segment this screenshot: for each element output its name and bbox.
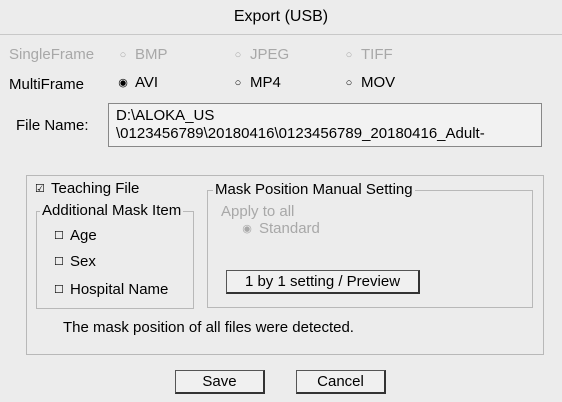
radio-multi-mp4[interactable]: ○ MP4 [232, 74, 281, 91]
additional-mask-title: Additional Mask Item [40, 202, 184, 219]
title-divider [0, 34, 562, 35]
checkbox-checked-icon: ☑ [35, 183, 45, 195]
checkbox-hospital-name-label: Hospital Name [70, 281, 169, 298]
radio-single-jpeg[interactable]: ○ JPEG [232, 46, 290, 63]
dialog-title: Export (USB) [233, 8, 329, 25]
radio-multi-avi-label: AVI [135, 74, 159, 91]
cancel-button[interactable]: Cancel [296, 370, 386, 394]
checkbox-hospital-name[interactable]: ☐ Hospital Name [54, 281, 168, 298]
status-message: The mask position of all files were dete… [63, 319, 354, 336]
radio-multi-mov-label: MOV [361, 74, 396, 91]
one-by-one-setting-button[interactable]: 1 by 1 setting / Preview [226, 270, 420, 294]
checkbox-sex-label: Sex [70, 253, 96, 270]
single-frame-label: SingleFrame [9, 46, 95, 63]
radio-multi-avi[interactable]: ◉ AVI [117, 74, 158, 91]
radio-single-tiff[interactable]: ○ TIFF [343, 46, 393, 63]
radio-multi-mov[interactable]: ○ MOV [343, 74, 396, 91]
checkbox-age[interactable]: ☐ Age [54, 227, 97, 244]
radio-unselected-icon: ○ [119, 49, 127, 61]
checkbox-icon: ☐ [54, 256, 64, 268]
checkbox-sex[interactable]: ☐ Sex [54, 253, 96, 270]
file-name-label: File Name: [16, 117, 89, 134]
checkbox-icon: ☐ [54, 230, 64, 242]
apply-to-all-label: Apply to all [221, 203, 295, 220]
radio-single-bmp-label: BMP [135, 46, 168, 63]
radio-selected-icon: ◉ [118, 77, 128, 89]
file-name-line-1: D:\ALOKA_US [116, 107, 215, 124]
radio-single-bmp[interactable]: ○ BMP [117, 46, 168, 63]
save-button[interactable]: Save [175, 370, 265, 394]
radio-standard-label: Standard [259, 220, 320, 237]
radio-unselected-icon: ○ [234, 49, 242, 61]
checkbox-age-label: Age [70, 227, 97, 244]
checkbox-icon: ☐ [54, 284, 64, 296]
radio-unselected-icon: ○ [345, 49, 353, 61]
radio-unselected-icon: ○ [345, 77, 353, 89]
radio-standard[interactable]: ◉ Standard [241, 220, 320, 237]
radio-single-tiff-label: TIFF [361, 46, 393, 63]
teaching-file-label: Teaching File [51, 180, 140, 197]
mask-position-title: Mask Position Manual Setting [213, 181, 415, 198]
radio-selected-icon: ◉ [242, 223, 252, 235]
file-name-line-2: \0123456789\20180416\0123456789_20180416… [116, 125, 485, 142]
teaching-file-checkbox[interactable]: ☑ Teaching File [35, 180, 139, 197]
file-name-field[interactable]: D:\ALOKA_US \0123456789\20180416\0123456… [108, 103, 542, 147]
radio-unselected-icon: ○ [234, 77, 242, 89]
radio-single-jpeg-label: JPEG [250, 46, 290, 63]
radio-multi-mp4-label: MP4 [250, 74, 281, 91]
multi-frame-label: MultiFrame [9, 76, 85, 93]
